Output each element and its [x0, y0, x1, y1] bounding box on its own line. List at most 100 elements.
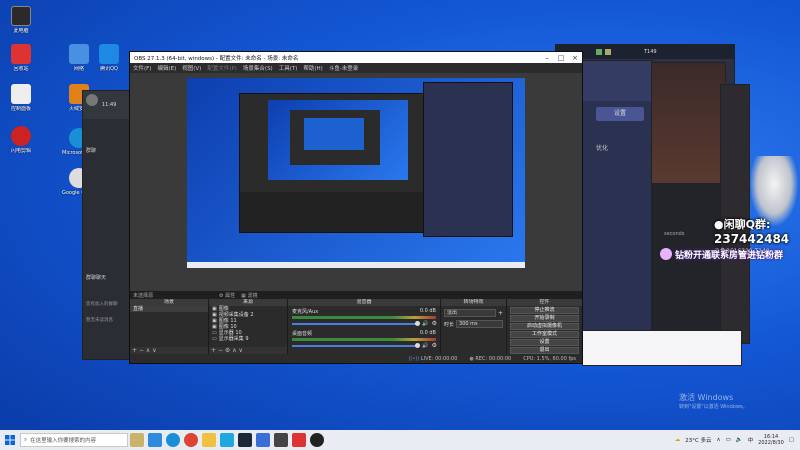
- stop-streaming-button[interactable]: 停止推流: [510, 307, 579, 314]
- studio-mode-button[interactable]: 工作室模式: [510, 331, 579, 338]
- settings-button[interactable]: 设置: [510, 339, 579, 346]
- mixer-channel-db: 0.0 dB: [419, 308, 436, 314]
- speaker-icon[interactable]: 🔊: [422, 343, 428, 349]
- menu-profile[interactable]: 配置文件(P): [207, 64, 237, 72]
- app-icon[interactable]: [274, 433, 288, 447]
- volume-slider[interactable]: [292, 342, 421, 348]
- desktop-icon-control-panel[interactable]: 控制面板: [4, 84, 38, 112]
- transition-select[interactable]: 淡出: [444, 309, 496, 317]
- start-recording-button[interactable]: 开始录制: [510, 315, 579, 322]
- obs-window[interactable]: OBS 27.1.3 (64-bit, windows) - 配置文件: 未命名…: [129, 51, 583, 364]
- add-icon[interactable]: +: [211, 347, 216, 354]
- remove-icon[interactable]: −: [139, 347, 144, 354]
- language-indicator[interactable]: 中: [748, 436, 754, 444]
- scene-item[interactable]: 直播: [130, 306, 208, 312]
- live-status: ((•)) LIVE: 00:00:00: [408, 356, 457, 362]
- mixer-channel-db: 0.0 dB: [419, 330, 436, 336]
- scenes-dock: 场景 直播 + − ∧ ∨: [130, 299, 208, 354]
- minimize-icon[interactable]: –: [540, 54, 554, 62]
- properties-button[interactable]: ⚙ 属性: [219, 292, 235, 299]
- network-icon[interactable]: ▭: [726, 437, 731, 443]
- nested-preview-inner: [290, 110, 380, 165]
- edge-icon[interactable]: [166, 433, 180, 447]
- notification-icon[interactable]: ▢: [789, 437, 794, 443]
- sources-dock: 来源 ▣ 图像 ▣ 视频采集设备 2 ▣ 图像 11 ▣ 图像 10 ▭ 显示器 10 ▭…: [209, 299, 287, 354]
- obs-scene-bar: 未选择源 ⚙ 属性 ▦ 滤镜: [130, 291, 582, 299]
- mixer-channel-mic: 麦克风/Aux 0.0 dB 🔊 ⚙: [288, 306, 440, 327]
- gear-icon[interactable]: ⚙: [432, 320, 437, 327]
- menu-scene-collection[interactable]: 场景集合(S): [243, 64, 273, 72]
- mixer-channel-desktop: 桌面音频 0.0 dB 🔊 ⚙: [288, 327, 440, 349]
- arrow-up-icon[interactable]: ∧: [146, 347, 150, 354]
- rec-icon: ●: [469, 355, 474, 362]
- weather-icon[interactable]: ☁: [675, 437, 681, 443]
- penguin-icon: ●: [714, 218, 724, 231]
- volume-icon[interactable]: 🔈: [736, 437, 743, 443]
- desktop-icon-this-pc[interactable]: 此电脑: [4, 6, 38, 34]
- menu-edit[interactable]: 编辑(E): [157, 64, 176, 72]
- app-icon[interactable]: [220, 433, 234, 447]
- remove-icon[interactable]: −: [218, 347, 223, 354]
- douyu-window[interactable]: 设置 优化: [575, 60, 653, 345]
- transitions-dock: 转场特效 淡出 + 时长 300 ms: [441, 299, 506, 354]
- add-icon[interactable]: +: [132, 347, 137, 354]
- app-icon[interactable]: [256, 433, 270, 447]
- clock[interactable]: 16:14 2022/8/30: [758, 434, 784, 446]
- gear-icon[interactable]: ⚙: [225, 347, 230, 354]
- settings-button[interactable]: 设置: [596, 107, 644, 121]
- qq-chat-window[interactable]: [720, 84, 750, 344]
- gear-icon[interactable]: ⚙: [432, 342, 437, 349]
- exit-button[interactable]: 退出: [510, 347, 579, 354]
- speaker-icon[interactable]: 🔊: [422, 321, 428, 327]
- obs-preview[interactable]: [130, 73, 582, 291]
- obs-icon[interactable]: [310, 433, 324, 447]
- browser-content[interactable]: [582, 330, 742, 366]
- browser-content-text: [583, 331, 741, 334]
- steam-icon[interactable]: [238, 433, 252, 447]
- task-view-icon[interactable]: [130, 433, 144, 447]
- desktop-icon-network[interactable]: 网络: [62, 44, 96, 72]
- menu-douyu[interactable]: 斗鱼-未登录: [329, 64, 359, 72]
- chat-app-window[interactable]: seconds: [651, 62, 726, 342]
- menu-help[interactable]: 帮助(H): [303, 64, 322, 72]
- weather-text[interactable]: 23°C 多云: [685, 436, 711, 444]
- file-explorer-icon[interactable]: [202, 433, 216, 447]
- sources-header: 来源: [209, 299, 287, 306]
- search-icon: ⌕: [24, 436, 28, 443]
- list-item-optimize[interactable]: 优化: [576, 121, 652, 152]
- volume-slider[interactable]: [292, 320, 421, 326]
- chat-time: 11:49: [101, 102, 117, 108]
- chat-section-chat[interactable]: 群聊聊天: [83, 154, 131, 281]
- desktop-icon-qq[interactable]: 腾讯QQ: [92, 44, 126, 72]
- chat-section-group[interactable]: 群聊: [83, 119, 131, 154]
- desktop-icon-recycle[interactable]: 回收站: [4, 44, 38, 72]
- overlay-qq-number: 237442484: [714, 232, 790, 246]
- source-item[interactable]: ▭ 显示器采集 9: [209, 336, 287, 342]
- taskbar-search[interactable]: ⌕ 在这里输入你要搜索的内容: [20, 433, 128, 447]
- arrow-up-icon[interactable]: ∧: [232, 347, 236, 354]
- obs-menubar: 文件(F) 编辑(E) 视图(V) 配置文件(P) 场景集合(S) 工具(T) …: [130, 63, 582, 73]
- obs-titlebar[interactable]: OBS 27.1.3 (64-bit, windows) - 配置文件: 未命名…: [130, 52, 582, 63]
- maximize-icon[interactable]: □: [554, 54, 568, 62]
- duration-input[interactable]: 300 ms: [456, 320, 503, 328]
- filters-label: 滤镜: [247, 292, 258, 299]
- start-button[interactable]: [0, 430, 20, 450]
- chat-window[interactable]: 11:49 群聊 群聊聊天 您有加入的群聊 暂无未读消息: [82, 90, 132, 360]
- chrome-icon[interactable]: [184, 433, 198, 447]
- chevron-up-icon[interactable]: ∧: [717, 437, 721, 443]
- app-icon[interactable]: [292, 433, 306, 447]
- add-icon[interactable]: +: [498, 310, 503, 317]
- menu-view[interactable]: 视图(V): [182, 64, 201, 72]
- controls-dock: 控件 停止推流 开始录制 启动虚拟摄像机 工作室模式 设置 退出: [507, 299, 582, 354]
- desktop-icon-clip[interactable]: 闪电剪辑: [4, 126, 38, 154]
- close-icon[interactable]: ×: [568, 54, 582, 62]
- chat-placeholder: 您有加入的群聊: [86, 302, 118, 307]
- arrow-down-icon[interactable]: ∨: [152, 347, 156, 354]
- menu-tools[interactable]: 工具(T): [279, 64, 298, 72]
- menu-file[interactable]: 文件(F): [133, 64, 151, 72]
- app-icon[interactable]: [148, 433, 162, 447]
- filters-button[interactable]: ▦ 滤镜: [241, 292, 257, 299]
- tab-icon: [605, 49, 611, 55]
- virtual-camera-button[interactable]: 启动虚拟摄像机: [510, 323, 579, 330]
- arrow-down-icon[interactable]: ∨: [239, 347, 243, 354]
